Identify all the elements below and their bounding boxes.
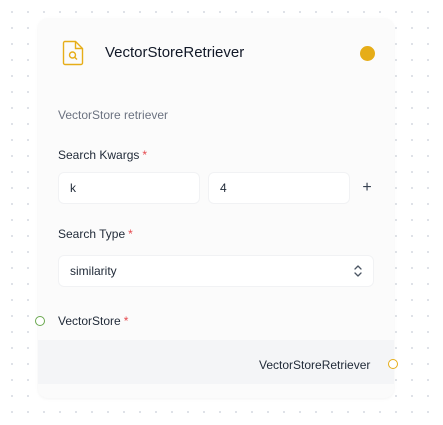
required-mark: * [128, 227, 133, 241]
status-indicator [360, 46, 375, 61]
vectorstore-input-label: VectorStore * [58, 314, 129, 328]
vectorstore-retriever-output-label: VectorStoreRetriever [259, 358, 371, 372]
search-type-select[interactable]: similarity [58, 255, 374, 287]
required-mark: * [123, 314, 129, 328]
search-type-value: similarity [70, 264, 117, 278]
search-kwargs-value-input[interactable]: 4 [208, 172, 350, 204]
search-type-label: Search Type * [58, 227, 133, 241]
node-header[interactable]: VectorStoreRetriever [38, 18, 394, 88]
vectorstore-retriever-output-handle[interactable] [388, 359, 398, 369]
node-title: VectorStoreRetriever [105, 44, 245, 61]
chevron-up-down-icon[interactable] [353, 264, 363, 278]
required-mark: * [142, 148, 148, 162]
vectorstore-input-handle[interactable] [35, 316, 45, 326]
file-search-icon [62, 40, 84, 66]
search-kwargs-label: Search Kwargs * [58, 148, 148, 162]
search-kwargs-key-input[interactable]: k [58, 172, 200, 204]
add-kwarg-button[interactable]: + [355, 174, 379, 202]
node-description: VectorStore retriever [58, 108, 169, 122]
